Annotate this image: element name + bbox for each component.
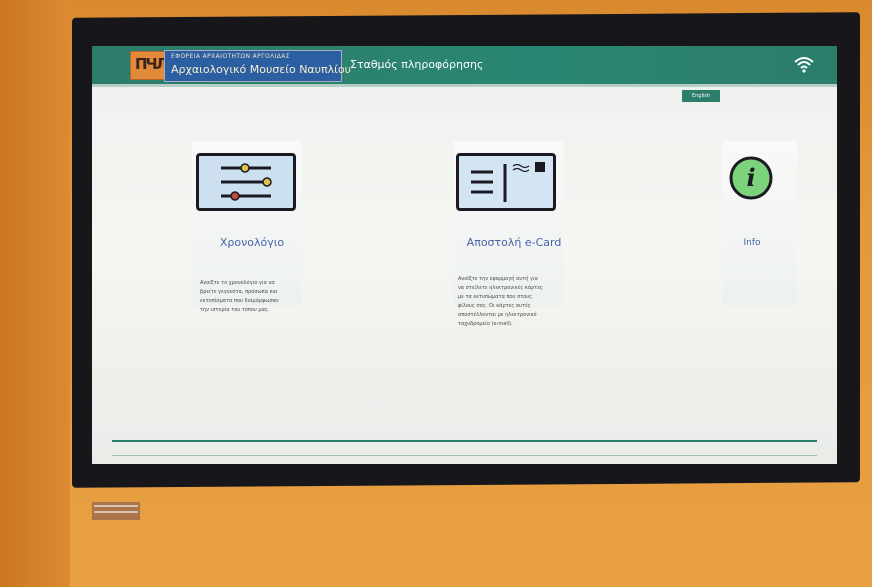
chronology-description: Ανοίξτε το χρονολόγιο για να βρείτε γεγο… [200,280,279,313]
museum-logo: ПЧЛ [130,51,168,80]
kiosk-screen: ПЧЛ ΕΦΟΡΕΙΑ ΑΡΧΑΙΟΤΗΤΩΝ ΑΡΓΟΛΙΔΑΣ Αρχαιο… [92,46,837,464]
footer-line [112,440,817,442]
org-main-label: Αρχαιολογικό Μουσείο Ναυπλίου [171,63,351,76]
org-banner: ΕΦΟΡΕΙΑ ΑΡΧΑΙΟΤΗΤΩΝ ΑΡΓΟΛΙΔΑΣ Αρχαιολογι… [164,50,351,82]
ecard-description: Ανοίξτε την εφαρμογή αυτή για να στείλετ… [458,276,543,327]
org-top-label: ΕΦΟΡΕΙΑ ΑΡΧΑΙΟΤΗΤΩΝ ΑΡΓΟΛΙΔΑΣ [171,53,290,60]
station-title: Σταθμός πληροφόρησης [350,58,484,71]
sliders-icon [196,153,296,211]
wifi-icon [794,57,814,73]
english-button[interactable]: English [682,90,720,102]
ecard-title: Αποστολή e-Card [466,236,562,249]
header-bar: ПЧЛ ΕΦΟΡΕΙΑ ΑΡΧΑΙΟΤΗΤΩΝ ΑΡΓΟΛΙΔΑΣ Αρχαιο… [92,46,837,87]
info-title: Info [743,238,761,248]
kiosk-frame [0,0,70,587]
envelope-icon [456,153,556,211]
info-icon: i [729,156,773,200]
footer-line-thin [112,455,817,456]
chronology-title: Χρονολόγιο [219,236,285,249]
svg-text:i: i [746,163,755,192]
